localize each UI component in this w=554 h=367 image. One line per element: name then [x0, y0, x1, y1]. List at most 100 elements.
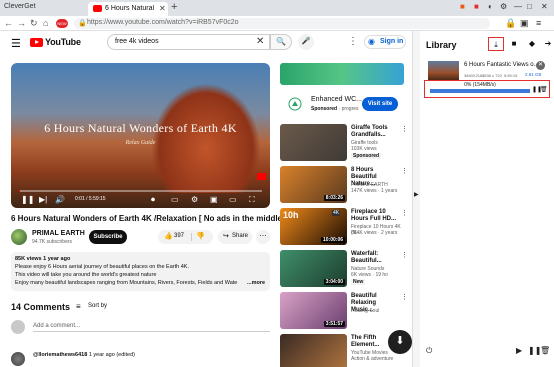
power-icon[interactable]: ⏻: [426, 346, 432, 356]
player-progress-bar[interactable]: [19, 190, 262, 192]
lock-download-icon[interactable]: 🔒: [505, 18, 516, 29]
hamburger-menu-icon[interactable]: ☰: [11, 37, 21, 50]
forward-arrow-icon: ➔: [544, 39, 552, 48]
description-box[interactable]: 85K views 1 year ago Please enjoy 6 Hour…: [11, 252, 270, 291]
download-icon: ⬇: [395, 335, 405, 347]
library-tab-downloading[interactable]: ⤓: [488, 37, 504, 51]
description-more-link[interactable]: ...more: [247, 280, 265, 286]
commenter-avatar[interactable]: [11, 352, 25, 366]
delete-download-icon[interactable]: 🗑: [540, 86, 548, 93]
settings-icon[interactable]: ⚙: [500, 2, 507, 11]
library-tab-video[interactable]: ■: [506, 37, 522, 51]
pause-icon[interactable]: ❚❚: [21, 195, 34, 204]
rec-title[interactable]: Waterfall: Beautiful...: [351, 251, 399, 265]
rec-thumbnail[interactable]: 3:51:57: [280, 292, 347, 329]
player-overlay-title: 6 Hours Natural Wonders of Earth 4K: [44, 121, 237, 135]
signin-button[interactable]: ◉ Sign in: [364, 35, 406, 49]
rec-duration: 3:04:00: [323, 279, 345, 285]
thumbs-down-icon[interactable]: 👎: [196, 232, 205, 240]
share-icon: ↪: [223, 233, 229, 240]
maximize-icon[interactable]: □: [527, 2, 532, 11]
rec-more-icon[interactable]: ⋮: [401, 125, 408, 133]
library-tab-tag[interactable]: ◆: [524, 37, 540, 51]
youtube-favicon-icon: [93, 5, 102, 12]
rec-badge: New: [351, 279, 366, 285]
rec-title[interactable]: Fireplace 10 Hours Full HD...: [351, 209, 399, 223]
reload-icon[interactable]: ↻: [30, 18, 38, 29]
rec-thumbnail[interactable]: 8:03:26: [280, 166, 347, 203]
menu-icon[interactable]: ≡: [536, 18, 541, 28]
thumbs-up-icon[interactable]: 👍: [164, 232, 173, 240]
red-toolbar-icon[interactable]: ■: [474, 2, 479, 11]
channel-watermark-icon[interactable]: [257, 173, 266, 180]
minimize-icon[interactable]: —: [514, 2, 522, 11]
forward-icon[interactable]: →: [17, 18, 26, 28]
subtitles-icon[interactable]: ▭: [171, 195, 179, 204]
sort-by-button[interactable]: Sort by: [88, 303, 107, 309]
ad-title[interactable]: Enhanced WC...: [311, 96, 362, 103]
download-fab-button[interactable]: ⬇: [388, 330, 412, 354]
rec-more-icon[interactable]: ⋮: [401, 209, 408, 217]
delete-all-icon[interactable]: 🗑: [540, 346, 550, 355]
clear-search-icon[interactable]: ✕: [256, 36, 264, 47]
new-badge[interactable]: NEW: [56, 19, 68, 28]
search-query[interactable]: free 4k videos: [115, 38, 159, 45]
more-actions-button[interactable]: ⋯: [256, 230, 270, 244]
video-player[interactable]: 6 Hours Natural Wonders of Earth 4K Rela…: [11, 63, 270, 208]
rec-thumbnail[interactable]: 10h 4K 10:00:06: [280, 208, 347, 245]
library-item-close-icon[interactable]: ✕: [536, 61, 545, 70]
autoplay-toggle-icon[interactable]: ⏺: [151, 195, 155, 205]
subscribe-button[interactable]: Subscribe: [89, 230, 127, 244]
browser-tab[interactable]: 6 Hours Natural Wond ✕: [88, 2, 168, 16]
share-button[interactable]: ↪ Share: [218, 230, 252, 244]
miniplayer-icon[interactable]: ▣: [210, 195, 218, 204]
channel-avatar[interactable]: [11, 229, 27, 245]
like-count[interactable]: 397: [174, 233, 184, 239]
play-all-icon[interactable]: ▶: [516, 346, 522, 355]
player-progress-fill: [19, 190, 20, 192]
rec-more-icon[interactable]: ⋮: [401, 167, 408, 175]
more-options-icon[interactable]: ⋮: [348, 36, 358, 47]
add-comment-input[interactable]: Add a comment...: [33, 323, 270, 332]
ad-banner-image[interactable]: [280, 63, 404, 85]
library-icon[interactable]: ▣: [520, 18, 529, 29]
search-button[interactable]: 🔍: [270, 34, 292, 50]
library-footer: ⏻ ▶ ❚❚ 🗑: [420, 341, 554, 361]
voice-search-button[interactable]: 🎤: [298, 34, 314, 50]
back-icon[interactable]: ←: [4, 18, 13, 28]
theme-toggle-icon[interactable]: ◐: [488, 2, 493, 11]
rec-more-icon[interactable]: ⋮: [401, 251, 408, 259]
home-icon[interactable]: ⌂: [43, 18, 48, 28]
rec-thumbnail[interactable]: [280, 334, 347, 367]
fullscreen-icon[interactable]: ⛶: [249, 195, 255, 205]
microphone-icon: 🎤: [301, 38, 311, 45]
close-window-icon[interactable]: ✕: [541, 2, 548, 11]
settings-gear-icon[interactable]: ⚙: [191, 195, 198, 204]
visit-site-button[interactable]: Visit site: [362, 97, 398, 111]
app-name: CleverGet: [4, 3, 36, 10]
sort-icon[interactable]: ≡: [76, 302, 81, 311]
library-tab-forward[interactable]: ➔: [540, 37, 554, 51]
volume-icon[interactable]: 🔊: [55, 195, 65, 204]
comment-author[interactable]: @lloriemathews6418: [33, 352, 87, 358]
url-field[interactable]: 🔒 https://www.youtube.com/watch?v=iRB57v…: [74, 18, 490, 29]
rec-views: 6K views · 19 ho: [351, 272, 388, 278]
channel-name[interactable]: PRIMAL EARTH: [32, 230, 85, 237]
new-tab-icon[interactable]: +: [171, 1, 177, 13]
description-line: This video will take you around the worl…: [15, 272, 157, 278]
rec-thumbnail[interactable]: [280, 124, 347, 161]
search-input[interactable]: free 4k videos ✕: [107, 34, 270, 50]
url-text[interactable]: https://www.youtube.com/watch?v=iRB57vF0…: [87, 19, 239, 26]
theater-mode-icon[interactable]: ▭: [229, 195, 237, 204]
youtube-logo-text[interactable]: YouTube: [45, 37, 81, 47]
next-icon[interactable]: ▶|: [39, 195, 47, 204]
rec-thumbnail[interactable]: 3:04:00: [280, 250, 347, 287]
youtube-logo-icon[interactable]: [30, 38, 43, 47]
rec-more-icon[interactable]: ⋮: [401, 293, 408, 301]
rec-title[interactable]: Giraffe Tools Grandfalls...: [351, 125, 399, 139]
gift-icon[interactable]: ■: [460, 2, 465, 11]
rec-channel[interactable]: Healing Soul: [351, 308, 403, 314]
rec-views: 884K views · 2 years: [351, 230, 398, 236]
panel-collapse-handle[interactable]: ▶: [412, 31, 420, 367]
tab-close-icon[interactable]: ✕: [159, 4, 166, 13]
